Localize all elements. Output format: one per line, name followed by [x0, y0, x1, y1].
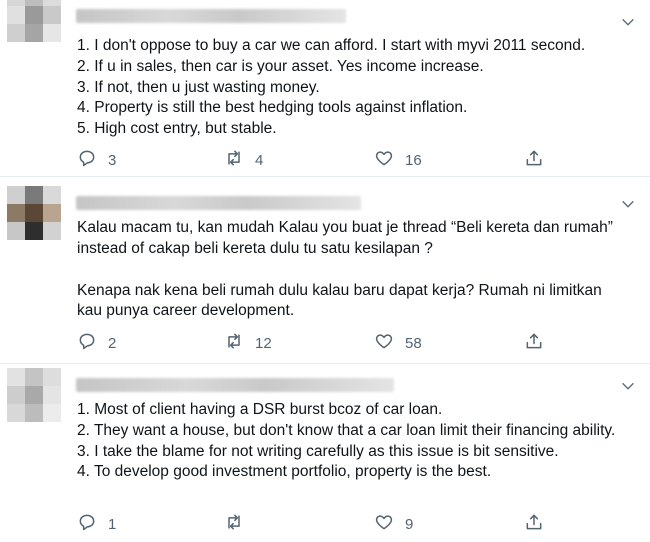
retweet-button[interactable]: 12 — [224, 332, 272, 354]
retweet-button[interactable] — [224, 513, 255, 535]
like-icon — [374, 512, 394, 537]
tweet-line: 1. I don't oppose to buy a car we can af… — [77, 37, 586, 54]
share-icon — [524, 512, 544, 537]
reply-icon — [77, 512, 97, 537]
chevron-down-icon[interactable] — [620, 378, 636, 394]
share-icon — [524, 331, 544, 356]
tweet-paragraph: Kenapa nak kena beli rumah dulu kalau ba… — [77, 281, 602, 320]
tweet-paragraph: Kalau macam tu, kan mudah Kalau you buat… — [77, 219, 613, 257]
retweet-icon — [224, 148, 244, 173]
retweet-button[interactable]: 4 — [224, 149, 263, 171]
like-button[interactable]: 9 — [374, 513, 413, 535]
reply-count: 3 — [108, 151, 117, 169]
like-button[interactable]: 58 — [374, 332, 422, 354]
tweet-line: 1. Most of client having a DSR burst bco… — [77, 401, 443, 418]
like-icon — [374, 331, 394, 356]
chevron-down-icon[interactable] — [620, 196, 636, 212]
chevron-down-icon[interactable] — [620, 14, 636, 30]
share-button[interactable] — [524, 149, 544, 171]
avatar[interactable] — [7, 186, 61, 240]
like-icon — [374, 148, 394, 173]
tweet-line: 2. If u in sales, then car is your asset… — [77, 57, 484, 75]
reply-button[interactable]: 2 — [77, 332, 116, 354]
like-button[interactable]: 16 — [374, 149, 422, 171]
author-name-redacted[interactable] — [76, 9, 346, 23]
retweet-icon — [224, 512, 244, 537]
share-button[interactable] — [524, 332, 544, 354]
reply-icon — [77, 148, 97, 173]
avatar[interactable] — [7, 368, 61, 422]
tweet-line: 4. Property is still the best hedging to… — [77, 99, 468, 117]
tweet-line: 5. High cost entry, but stable. — [77, 120, 277, 138]
like-count: 9 — [405, 515, 414, 533]
retweet-count: 12 — [255, 334, 272, 352]
author-name-redacted[interactable] — [76, 378, 394, 392]
tweet-actions: 2 12 58 — [77, 332, 547, 354]
share-icon — [524, 148, 544, 173]
tweet-text: 1. Most of client having a DSR burst bco… — [77, 400, 617, 483]
tweet-text: Kalau macam tu, kan mudah Kalau you buat… — [77, 218, 617, 322]
author-name-redacted[interactable] — [76, 196, 361, 210]
reply-icon — [77, 331, 97, 356]
tweet[interactable]: Kalau macam tu, kan mudah Kalau you buat… — [0, 177, 650, 363]
tweet-actions: 3 4 16 — [77, 149, 547, 171]
tweet-text: 1. I don't oppose to buy a car we can af… — [77, 36, 637, 140]
reply-button[interactable]: 1 — [77, 513, 116, 535]
tweet-line: 3. I take the blame for not writing care… — [77, 442, 559, 460]
tweet-line: 4. To develop good investment portfolio,… — [77, 463, 492, 481]
tweet-line: 2. They want a house, but don't know tha… — [77, 421, 616, 439]
retweet-count: 4 — [255, 151, 264, 169]
avatar[interactable] — [7, 0, 61, 42]
retweet-icon — [224, 331, 244, 356]
reply-count: 2 — [108, 334, 117, 352]
tweet[interactable]: 1. I don't oppose to buy a car we can af… — [0, 0, 650, 176]
like-count: 16 — [405, 151, 422, 169]
tweet[interactable]: 1. Most of client having a DSR burst bco… — [0, 364, 650, 542]
like-count: 58 — [405, 334, 422, 352]
tweet-line: 3. If not, then u just wasting money. — [77, 78, 320, 96]
reply-count: 1 — [108, 515, 117, 533]
share-button[interactable] — [524, 513, 544, 535]
reply-button[interactable]: 3 — [77, 149, 116, 171]
tweet-actions: 1 9 — [77, 513, 547, 535]
